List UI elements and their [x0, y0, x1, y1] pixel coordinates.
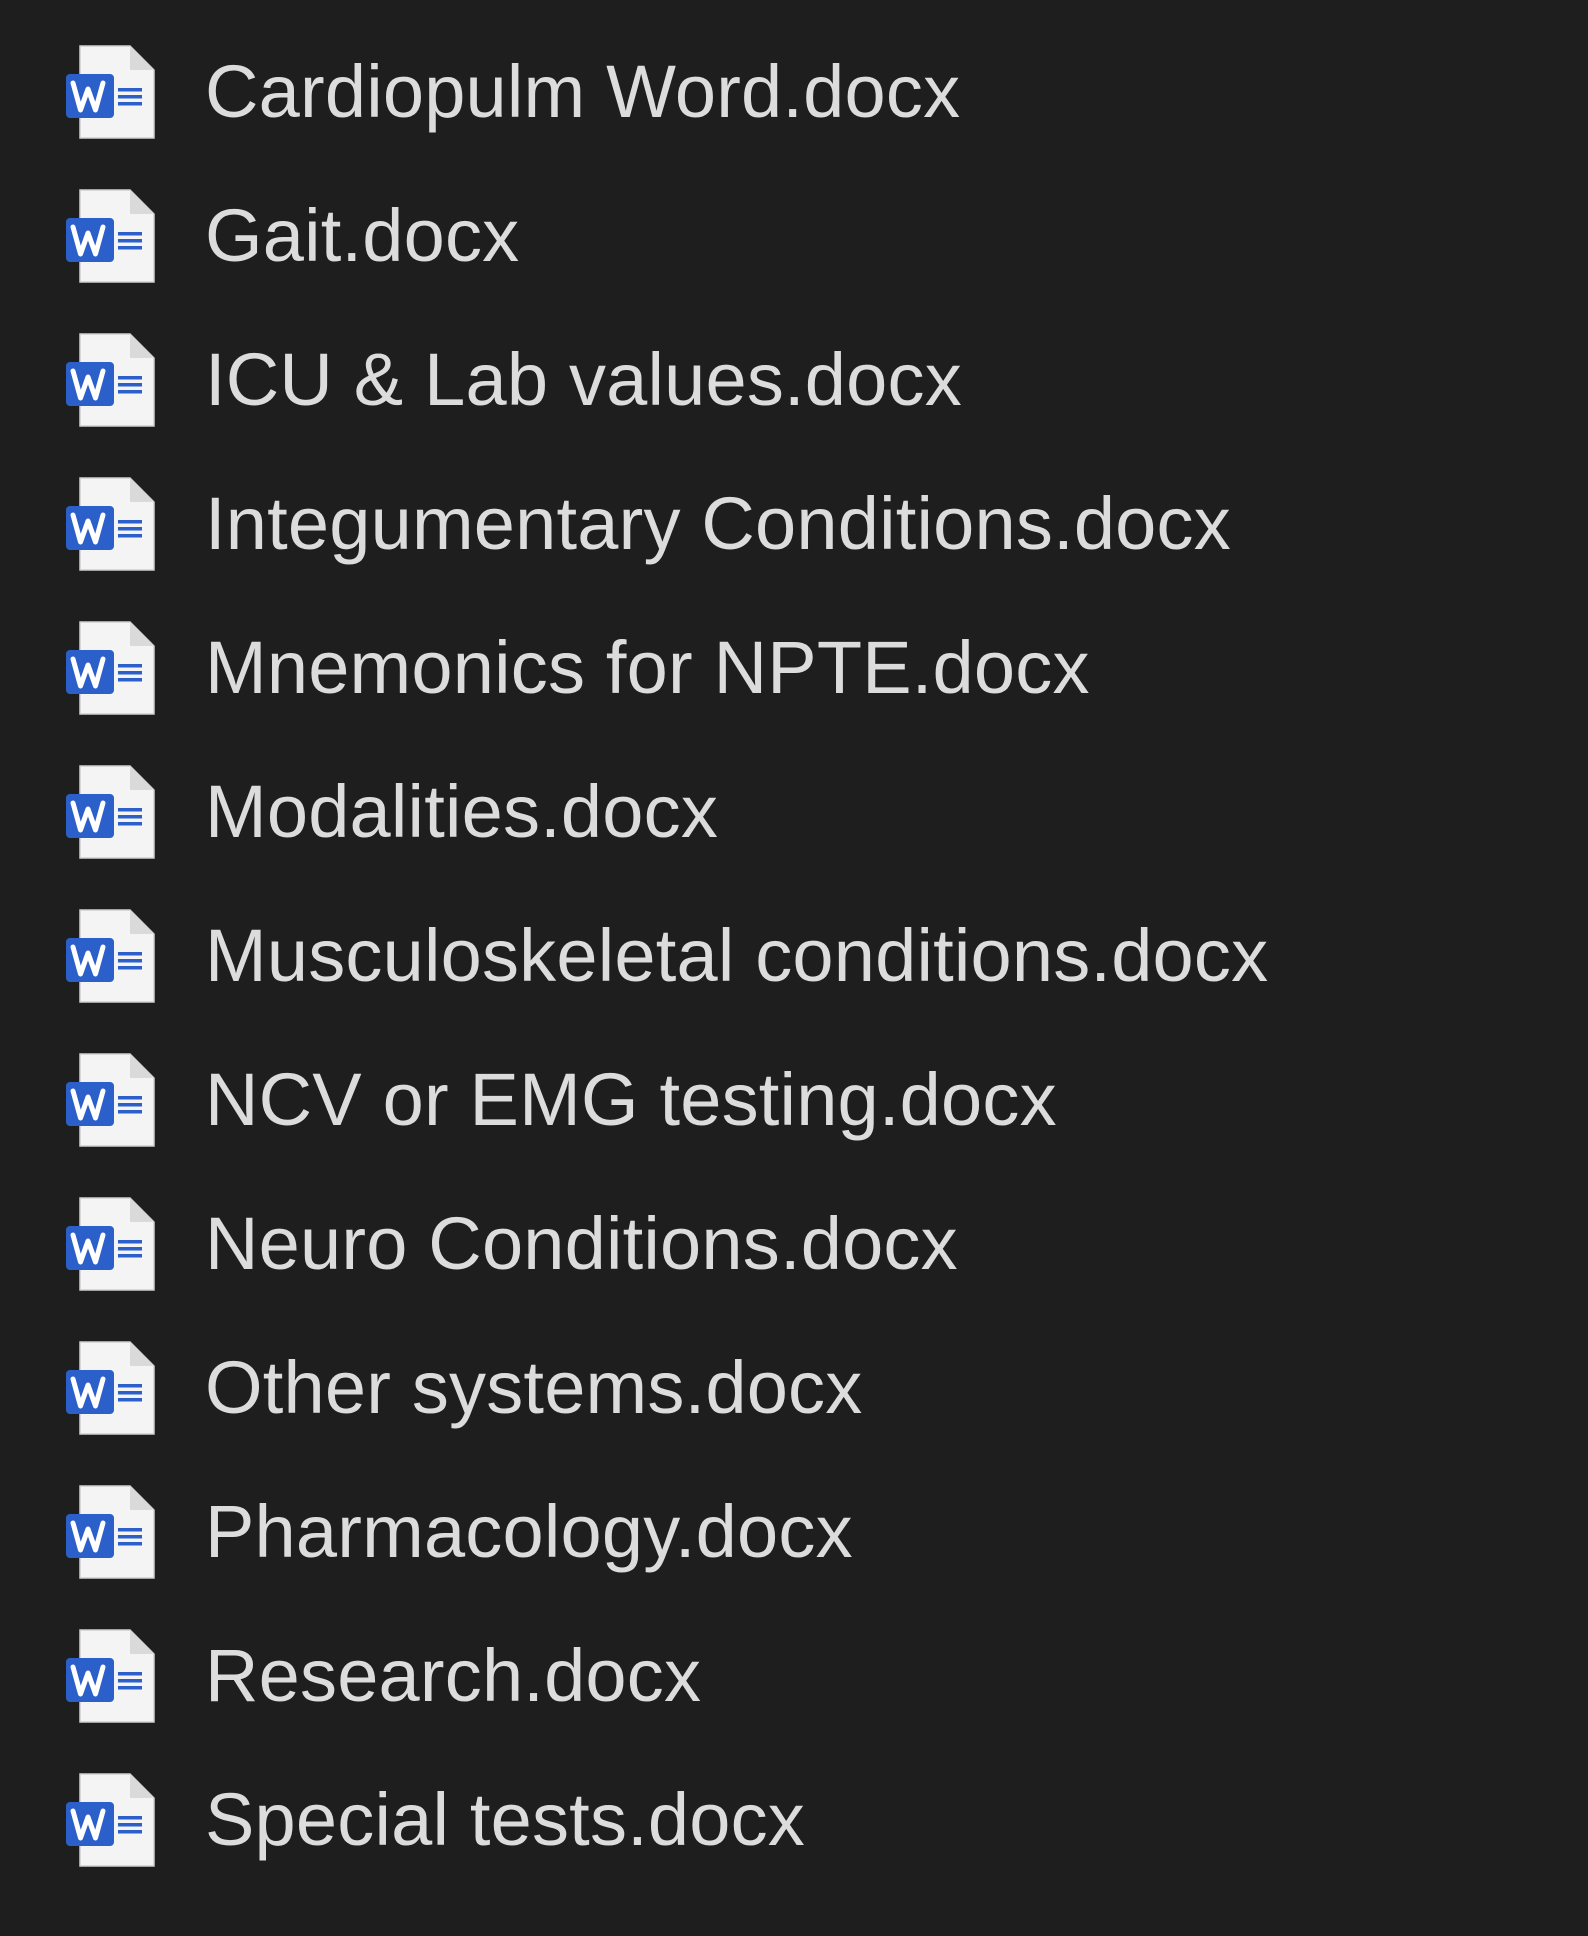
file-row[interactable]: Integumentary Conditions.docx [0, 452, 1588, 596]
file-row[interactable]: Special tests.docx [0, 1748, 1588, 1892]
word-document-icon [66, 188, 158, 284]
file-row[interactable]: Musculoskeletal conditions.docx [0, 884, 1588, 1028]
file-name: Modalities.docx [205, 770, 719, 853]
file-name: Research.docx [205, 1634, 702, 1717]
file-name: Mnemonics for NPTE.docx [205, 626, 1090, 709]
word-document-icon [66, 476, 158, 572]
word-document-icon [66, 1052, 158, 1148]
word-document-icon [66, 1484, 158, 1580]
file-row[interactable]: Pharmacology.docx [0, 1460, 1588, 1604]
word-document-icon [66, 332, 158, 428]
file-row[interactable]: Modalities.docx [0, 740, 1588, 884]
file-name: Cardiopulm Word.docx [205, 50, 961, 133]
word-document-icon [66, 1196, 158, 1292]
file-row[interactable]: Research.docx [0, 1604, 1588, 1748]
file-row[interactable]: Mnemonics for NPTE.docx [0, 596, 1588, 740]
word-document-icon [66, 44, 158, 140]
file-name: NCV or EMG testing.docx [205, 1058, 1057, 1141]
file-list: Cardiopulm Word.docx Gait.docx ICU & Lab… [0, 20, 1588, 1892]
file-row[interactable]: NCV or EMG testing.docx [0, 1028, 1588, 1172]
file-name: ICU & Lab values.docx [205, 338, 962, 421]
file-name: Gait.docx [205, 194, 520, 277]
file-row[interactable]: Neuro Conditions.docx [0, 1172, 1588, 1316]
word-document-icon [66, 764, 158, 860]
file-name: Integumentary Conditions.docx [205, 482, 1231, 565]
file-name: Other systems.docx [205, 1346, 863, 1429]
file-row[interactable]: Gait.docx [0, 164, 1588, 308]
file-name: Pharmacology.docx [205, 1490, 853, 1573]
file-row[interactable]: Cardiopulm Word.docx [0, 20, 1588, 164]
file-row[interactable]: Other systems.docx [0, 1316, 1588, 1460]
file-name: Neuro Conditions.docx [205, 1202, 958, 1285]
file-row[interactable]: ICU & Lab values.docx [0, 308, 1588, 452]
word-document-icon [66, 1340, 158, 1436]
file-name: Musculoskeletal conditions.docx [205, 914, 1269, 997]
file-name: Special tests.docx [205, 1778, 806, 1861]
word-document-icon [66, 1628, 158, 1724]
word-document-icon [66, 908, 158, 1004]
word-document-icon [66, 1772, 158, 1868]
word-document-icon [66, 620, 158, 716]
